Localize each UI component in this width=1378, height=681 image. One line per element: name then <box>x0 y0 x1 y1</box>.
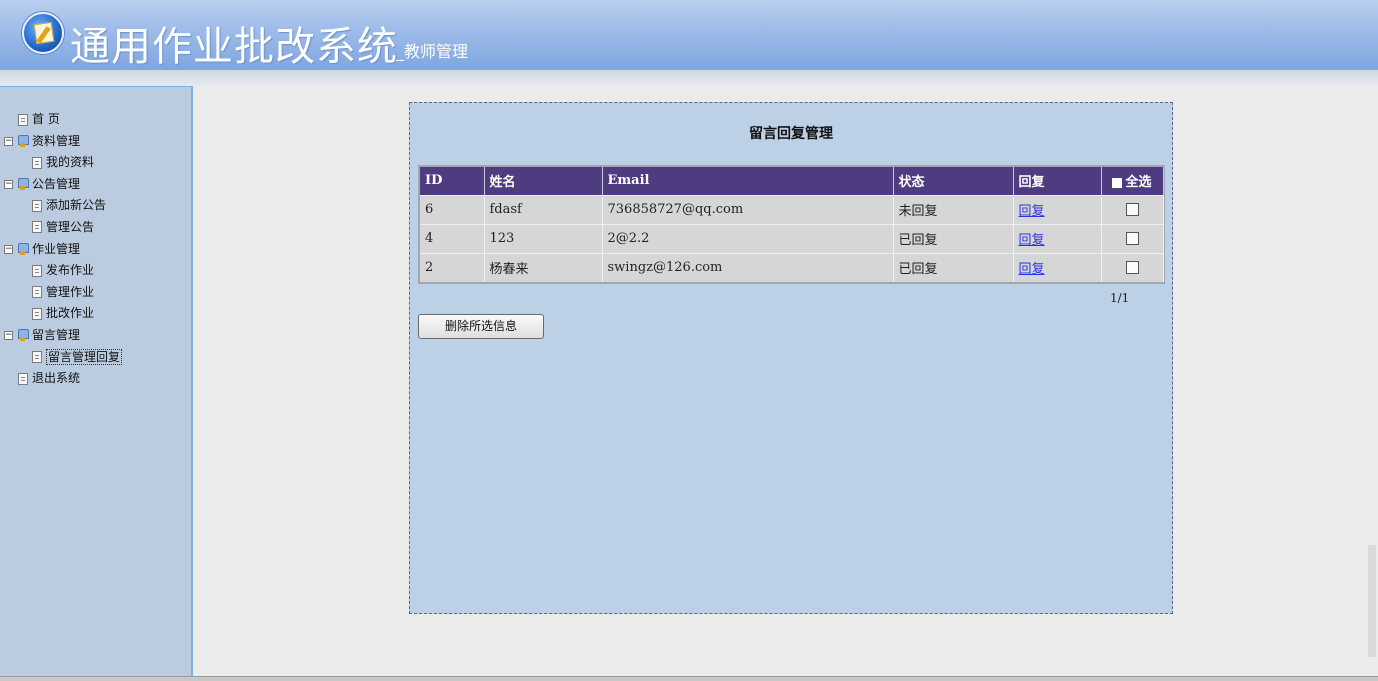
pagination-indicator: 1/1 <box>1110 291 1130 305</box>
nav-item-label: 资料管理 <box>32 133 81 148</box>
page-icon <box>18 372 28 385</box>
cell-name: 123 <box>484 223 603 253</box>
table-row: 2 杨春来 swingz@126.com 已回复 回复 <box>420 252 1164 282</box>
page-icon <box>32 351 42 364</box>
nav-item-my-profile[interactable]: 我的资料 <box>4 152 122 174</box>
page-icon <box>32 156 42 169</box>
nav-item-label: 留言管理 <box>32 327 81 342</box>
collapse-icon[interactable]: − <box>4 244 13 254</box>
cell-status: 已回复 <box>893 252 1014 282</box>
cell-email: 736858727@qq.com <box>602 194 894 224</box>
page-icon <box>32 286 42 299</box>
message-table: ID 姓名 Email 状态 回复 全选 6 fdasf 736858727@q… <box>418 165 1165 284</box>
status-bar <box>0 676 1378 681</box>
scrollbar[interactable] <box>1368 545 1376 657</box>
cell-status: 已回复 <box>893 223 1014 253</box>
nav-item-label: 管理公告 <box>46 219 95 234</box>
collapse-icon[interactable]: − <box>4 136 13 146</box>
nav-item-manage-homework[interactable]: 管理作业 <box>4 282 122 304</box>
page-title: 留言回复管理 <box>749 126 833 142</box>
column-header-reply: 回复 <box>1013 167 1102 195</box>
nav-item-label: 批改作业 <box>46 306 95 321</box>
app-header: 通用作业批改系统 _教师管理 <box>0 0 1378 70</box>
reply-link[interactable]: 回复 <box>1019 262 1045 277</box>
nav-item-label: 我的资料 <box>46 155 95 170</box>
nav-item-label: 作业管理 <box>32 241 81 256</box>
nav-item-home[interactable]: 首 页 <box>4 109 122 131</box>
cell-email: 2@2.2 <box>602 223 894 253</box>
table-row: 6 fdasf 736858727@qq.com 未回复 回复 <box>420 194 1164 224</box>
select-all-checkbox-icon[interactable] <box>1112 177 1123 188</box>
nav-folder-profile[interactable]: − 资料管理 <box>4 131 122 153</box>
nav-tree: 首 页 − 资料管理 我的资料 − 公告管理 添加新公告 管理公告 − 作业管理 发布… <box>4 109 123 390</box>
cell-email: swingz@126.com <box>602 252 894 282</box>
sidebar: 首 页 − 资料管理 我的资料 − 公告管理 添加新公告 管理公告 − 作业管理 发布… <box>0 86 193 676</box>
folder-icon <box>17 329 29 342</box>
reply-link[interactable]: 回复 <box>1019 204 1045 219</box>
nav-item-publish-homework[interactable]: 发布作业 <box>4 260 122 282</box>
folder-icon <box>17 178 29 191</box>
page-icon <box>18 113 28 126</box>
app-subtitle: _教师管理 <box>396 42 469 61</box>
nav-item-message-reply[interactable]: 留言管理回复 <box>4 347 123 369</box>
nav-item-label: 退出系统 <box>32 371 81 386</box>
column-header-status: 状态 <box>893 167 1014 195</box>
nav-item-label: 公告管理 <box>32 176 81 191</box>
nav-folder-messages[interactable]: − 留言管理 <box>4 325 122 347</box>
row-checkbox[interactable] <box>1125 261 1139 275</box>
cell-id: 6 <box>420 194 485 224</box>
row-checkbox[interactable] <box>1125 203 1139 216</box>
reply-link[interactable]: 回复 <box>1019 233 1045 248</box>
folder-icon <box>17 135 29 148</box>
collapse-icon[interactable]: − <box>4 330 13 340</box>
table-header-row: ID 姓名 Email 状态 回复 全选 <box>420 167 1164 195</box>
nav-folder-announcements[interactable]: − 公告管理 <box>4 174 122 196</box>
nav-item-label: 发布作业 <box>46 263 95 278</box>
page-icon <box>32 307 42 320</box>
table-row: 4 123 2@2.2 已回复 回复 <box>420 223 1164 253</box>
select-all-label: 全选 <box>1125 175 1152 191</box>
nav-item-logout[interactable]: 退出系统 <box>4 368 122 390</box>
nav-item-grade-homework[interactable]: 批改作业 <box>4 303 122 325</box>
header-divider <box>0 70 1378 86</box>
app-logo-icon <box>22 12 64 54</box>
message-panel: 留言回复管理 ID 姓名 Email 状态 回复 全选 6 fdasf 7368… <box>409 102 1173 614</box>
nav-item-label: 管理作业 <box>46 284 95 299</box>
column-header-name: 姓名 <box>484 167 603 195</box>
nav-item-label: 添加新公告 <box>46 198 107 213</box>
app-title: 通用作业批改系统 <box>70 24 398 70</box>
cell-name: 杨春来 <box>484 252 603 282</box>
row-checkbox[interactable] <box>1125 232 1139 245</box>
nav-folder-homework[interactable]: − 作业管理 <box>4 239 122 261</box>
folder-icon <box>17 243 29 256</box>
collapse-icon[interactable]: − <box>4 179 13 189</box>
cell-name: fdasf <box>484 194 603 224</box>
page-icon <box>32 221 42 234</box>
cell-status: 未回复 <box>893 194 1014 224</box>
cell-id: 4 <box>420 223 485 253</box>
cell-id: 2 <box>420 252 485 282</box>
column-header-email: Email <box>602 167 894 195</box>
nav-item-add-announcement[interactable]: 添加新公告 <box>4 195 122 217</box>
nav-item-label: 留言管理回复 <box>46 348 123 365</box>
select-all-toggle[interactable]: 全选 <box>1101 167 1164 195</box>
delete-selected-button[interactable]: 删除所选信息 <box>418 314 544 339</box>
page-icon <box>32 264 42 277</box>
page-icon <box>32 199 42 212</box>
nav-item-label: 首 页 <box>32 112 60 126</box>
nav-item-manage-announcements[interactable]: 管理公告 <box>4 217 122 239</box>
column-header-id: ID <box>420 167 485 195</box>
